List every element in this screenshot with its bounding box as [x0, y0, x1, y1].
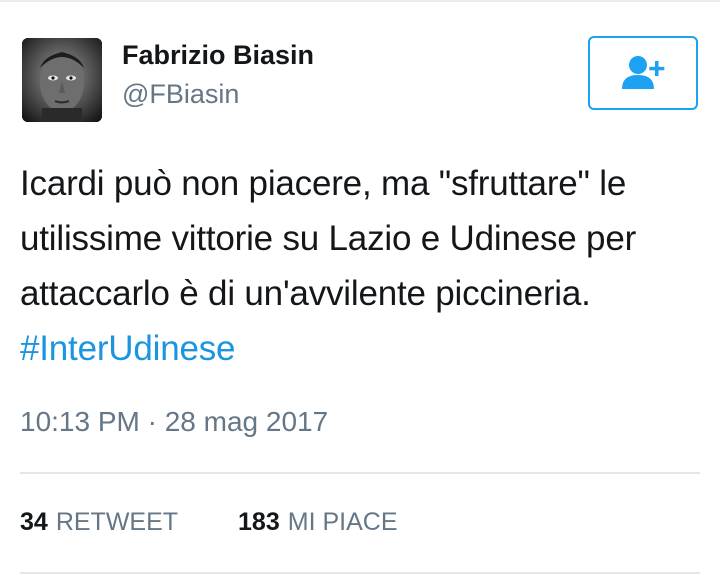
follow-button[interactable]: [588, 36, 698, 110]
add-user-icon: [622, 56, 665, 89]
retweet-count: 34: [20, 508, 48, 536]
likes-label: MI PIACE: [287, 508, 398, 536]
likes-stat[interactable]: 183 MI PIACE: [238, 508, 397, 537]
author-name[interactable]: Fabrizio Biasin: [122, 40, 314, 71]
avatar[interactable]: [22, 38, 102, 122]
retweet-label: RETWEET: [55, 508, 179, 536]
tweet-text-line: attaccarlo è di un'avvilente piccineria.: [20, 274, 591, 313]
top-divider: [0, 0, 720, 2]
avatar-photo: [22, 38, 102, 122]
divider: [20, 472, 700, 474]
author-handle[interactable]: @FBiasin: [122, 79, 239, 110]
tweet-text: Icardi può non piacere, ma "sfruttare" l…: [20, 156, 710, 376]
hashtag-link[interactable]: #InterUdinese: [20, 321, 710, 376]
retweet-stat[interactable]: 34 RETWEET: [20, 508, 178, 537]
tweet-text-line: utilissime vittorie su Lazio e Udinese p…: [20, 219, 637, 258]
likes-count: 183: [238, 508, 280, 536]
tweet-timestamp[interactable]: 10:13 PM · 28 mag 2017: [20, 406, 328, 438]
divider: [20, 572, 700, 574]
tweet-stats: 34 RETWEET 183 MI PIACE: [20, 508, 398, 537]
tweet-text-line: Icardi può non piacere, ma "sfruttare" l…: [20, 164, 627, 203]
